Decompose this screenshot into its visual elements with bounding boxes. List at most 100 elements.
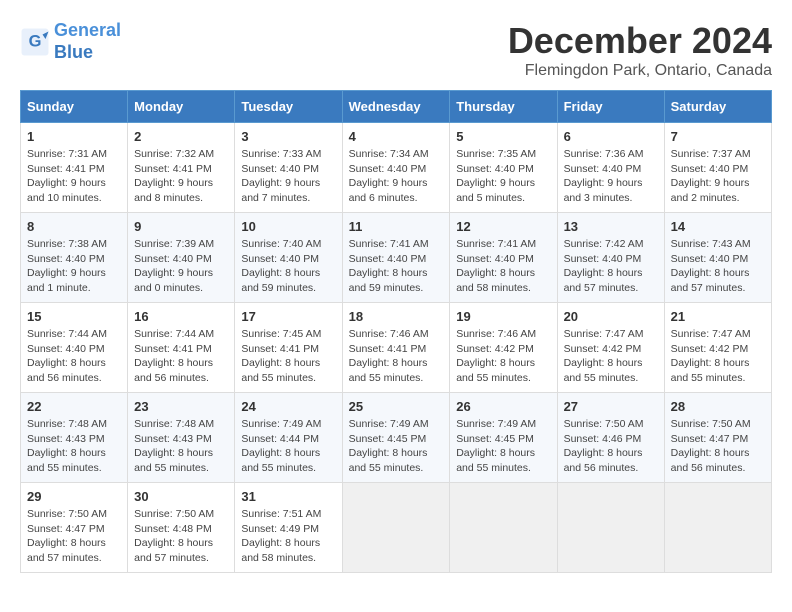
logo-icon: G <box>20 27 50 57</box>
day-info: Sunrise: 7:44 AMSunset: 4:40 PMDaylight:… <box>27 327 121 386</box>
day-info: Sunrise: 7:33 AMSunset: 4:40 PMDaylight:… <box>241 147 335 206</box>
day-number: 2 <box>134 129 228 144</box>
day-info: Sunrise: 7:32 AMSunset: 4:41 PMDaylight:… <box>134 147 228 206</box>
day-info: Sunrise: 7:46 AMSunset: 4:42 PMDaylight:… <box>456 327 550 386</box>
day-number: 18 <box>349 309 444 324</box>
location: Flemingdon Park, Ontario, Canada <box>508 62 772 80</box>
table-row: 25 Sunrise: 7:49 AMSunset: 4:45 PMDayligh… <box>342 393 450 483</box>
day-number: 7 <box>671 129 765 144</box>
day-number: 24 <box>241 399 335 414</box>
table-row: 26 Sunrise: 7:49 AMSunset: 4:45 PMDayligh… <box>450 393 557 483</box>
table-row: 30 Sunrise: 7:50 AMSunset: 4:48 PMDayligh… <box>128 483 235 573</box>
logo-text: General Blue <box>54 20 121 63</box>
day-number: 8 <box>27 219 121 234</box>
day-number: 4 <box>349 129 444 144</box>
day-info: Sunrise: 7:31 AMSunset: 4:41 PMDaylight:… <box>27 147 121 206</box>
day-info: Sunrise: 7:38 AMSunset: 4:40 PMDaylight:… <box>27 237 121 296</box>
day-number: 11 <box>349 219 444 234</box>
day-number: 9 <box>134 219 228 234</box>
table-row <box>664 483 771 573</box>
col-tuesday: Tuesday <box>235 91 342 123</box>
page-header: G General Blue December 2024 Flemingdon … <box>20 20 772 80</box>
col-saturday: Saturday <box>664 91 771 123</box>
day-info: Sunrise: 7:50 AMSunset: 4:48 PMDaylight:… <box>134 507 228 566</box>
col-thursday: Thursday <box>450 91 557 123</box>
day-number: 15 <box>27 309 121 324</box>
day-number: 13 <box>564 219 658 234</box>
day-info: Sunrise: 7:42 AMSunset: 4:40 PMDaylight:… <box>564 237 658 296</box>
table-row: 4 Sunrise: 7:34 AMSunset: 4:40 PMDaylight… <box>342 123 450 213</box>
day-info: Sunrise: 7:48 AMSunset: 4:43 PMDaylight:… <box>134 417 228 476</box>
table-row: 27 Sunrise: 7:50 AMSunset: 4:46 PMDayligh… <box>557 393 664 483</box>
table-row: 1 Sunrise: 7:31 AMSunset: 4:41 PMDaylight… <box>21 123 128 213</box>
table-row: 17 Sunrise: 7:45 AMSunset: 4:41 PMDayligh… <box>235 303 342 393</box>
table-row: 24 Sunrise: 7:49 AMSunset: 4:44 PMDayligh… <box>235 393 342 483</box>
day-info: Sunrise: 7:44 AMSunset: 4:41 PMDaylight:… <box>134 327 228 386</box>
day-number: 25 <box>349 399 444 414</box>
table-row: 15 Sunrise: 7:44 AMSunset: 4:40 PMDayligh… <box>21 303 128 393</box>
table-row: 13 Sunrise: 7:42 AMSunset: 4:40 PMDayligh… <box>557 213 664 303</box>
day-number: 14 <box>671 219 765 234</box>
day-number: 22 <box>27 399 121 414</box>
day-info: Sunrise: 7:50 AMSunset: 4:47 PMDaylight:… <box>27 507 121 566</box>
day-number: 26 <box>456 399 550 414</box>
day-info: Sunrise: 7:47 AMSunset: 4:42 PMDaylight:… <box>671 327 765 386</box>
day-info: Sunrise: 7:36 AMSunset: 4:40 PMDaylight:… <box>564 147 658 206</box>
table-row: 28 Sunrise: 7:50 AMSunset: 4:47 PMDayligh… <box>664 393 771 483</box>
day-number: 29 <box>27 489 121 504</box>
day-info: Sunrise: 7:49 AMSunset: 4:45 PMDaylight:… <box>349 417 444 476</box>
day-number: 28 <box>671 399 765 414</box>
day-number: 1 <box>27 129 121 144</box>
table-row: 20Sunrise: 7:47 AMSunset: 4:42 PMDayligh… <box>557 303 664 393</box>
day-info: Sunrise: 7:50 AMSunset: 4:47 PMDaylight:… <box>671 417 765 476</box>
col-friday: Friday <box>557 91 664 123</box>
table-row: 3 Sunrise: 7:33 AMSunset: 4:40 PMDaylight… <box>235 123 342 213</box>
table-row: 8 Sunrise: 7:38 AMSunset: 4:40 PMDaylight… <box>21 213 128 303</box>
day-info: Sunrise: 7:49 AMSunset: 4:45 PMDaylight:… <box>456 417 550 476</box>
table-row: 7Sunrise: 7:37 AMSunset: 4:40 PMDaylight… <box>664 123 771 213</box>
table-row: 2 Sunrise: 7:32 AMSunset: 4:41 PMDaylight… <box>128 123 235 213</box>
day-info: Sunrise: 7:40 AMSunset: 4:40 PMDaylight:… <box>241 237 335 296</box>
table-row: 6 Sunrise: 7:36 AMSunset: 4:40 PMDaylight… <box>557 123 664 213</box>
table-row: 10 Sunrise: 7:40 AMSunset: 4:40 PMDayligh… <box>235 213 342 303</box>
day-info: Sunrise: 7:43 AMSunset: 4:40 PMDaylight:… <box>671 237 765 296</box>
table-row: 14 Sunrise: 7:43 AMSunset: 4:40 PMDayligh… <box>664 213 771 303</box>
calendar-table: Sunday Monday Tuesday Wednesday Thursday… <box>20 90 772 573</box>
col-monday: Monday <box>128 91 235 123</box>
day-number: 20 <box>564 309 658 324</box>
svg-text:G: G <box>29 32 42 50</box>
table-row: 29 Sunrise: 7:50 AMSunset: 4:47 PMDayligh… <box>21 483 128 573</box>
day-number: 17 <box>241 309 335 324</box>
table-row: 18 Sunrise: 7:46 AMSunset: 4:41 PMDayligh… <box>342 303 450 393</box>
day-info: Sunrise: 7:49 AMSunset: 4:44 PMDaylight:… <box>241 417 335 476</box>
table-row: 22 Sunrise: 7:48 AMSunset: 4:43 PMDayligh… <box>21 393 128 483</box>
day-info: Sunrise: 7:45 AMSunset: 4:41 PMDaylight:… <box>241 327 335 386</box>
day-number: 6 <box>564 129 658 144</box>
day-number: 30 <box>134 489 228 504</box>
day-info: Sunrise: 7:48 AMSunset: 4:43 PMDaylight:… <box>27 417 121 476</box>
table-row: 31 Sunrise: 7:51 AMSunset: 4:49 PMDayligh… <box>235 483 342 573</box>
col-wednesday: Wednesday <box>342 91 450 123</box>
day-number: 10 <box>241 219 335 234</box>
table-row <box>450 483 557 573</box>
table-row <box>342 483 450 573</box>
day-number: 12 <box>456 219 550 234</box>
day-info: Sunrise: 7:51 AMSunset: 4:49 PMDaylight:… <box>241 507 335 566</box>
day-number: 27 <box>564 399 658 414</box>
day-number: 23 <box>134 399 228 414</box>
calendar-header-row: Sunday Monday Tuesday Wednesday Thursday… <box>21 91 772 123</box>
table-row <box>557 483 664 573</box>
day-number: 3 <box>241 129 335 144</box>
logo: G General Blue <box>20 20 121 63</box>
title-area: December 2024 Flemingdon Park, Ontario, … <box>508 20 772 80</box>
table-row: 21 Sunrise: 7:47 AMSunset: 4:42 PMDayligh… <box>664 303 771 393</box>
day-number: 19 <box>456 309 550 324</box>
table-row: 16Sunrise: 7:44 AMSunset: 4:41 PMDayligh… <box>128 303 235 393</box>
day-info: Sunrise: 7:50 AMSunset: 4:46 PMDaylight:… <box>564 417 658 476</box>
day-number: 31 <box>241 489 335 504</box>
day-number: 21 <box>671 309 765 324</box>
day-info: Sunrise: 7:46 AMSunset: 4:41 PMDaylight:… <box>349 327 444 386</box>
day-info: Sunrise: 7:34 AMSunset: 4:40 PMDaylight:… <box>349 147 444 206</box>
table-row: 9Sunrise: 7:39 AMSunset: 4:40 PMDaylight… <box>128 213 235 303</box>
table-row: 5Sunrise: 7:35 AMSunset: 4:40 PMDaylight… <box>450 123 557 213</box>
